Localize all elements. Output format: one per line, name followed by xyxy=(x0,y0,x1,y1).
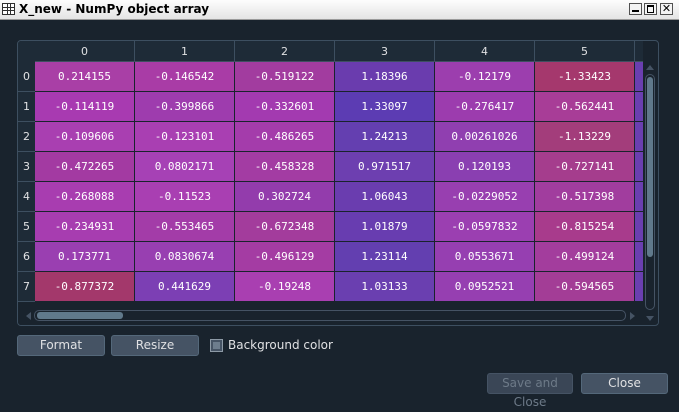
table-cell[interactable]: 0.00261026 xyxy=(435,122,535,152)
table-cell[interactable]: -0.146542 xyxy=(135,62,235,92)
row-header[interactable]: 0 xyxy=(18,62,35,92)
table-cell[interactable]: 0.214155 xyxy=(35,62,135,92)
table-cell[interactable]: 0.971517 xyxy=(335,152,435,182)
background-color-checkbox[interactable] xyxy=(210,339,223,352)
table-cell[interactable]: -0.517398 xyxy=(535,182,635,212)
column-header[interactable]: 2 xyxy=(235,41,335,62)
table-cell[interactable]: 1.23114 xyxy=(335,242,435,272)
scroll-down-icon[interactable] xyxy=(646,316,654,321)
row-header[interactable]: 2 xyxy=(18,122,35,152)
table-cell[interactable]: -0.472265 xyxy=(35,152,135,182)
table-cell[interactable]: 0.0802171 xyxy=(135,152,235,182)
table-grid-icon xyxy=(2,3,15,15)
table-cell[interactable]: -0.877372 xyxy=(35,272,135,302)
vertical-scroll-thumb[interactable] xyxy=(647,77,653,257)
horizontal-scroll-thumb[interactable] xyxy=(37,312,123,319)
table-cell[interactable]: -0.332601 xyxy=(235,92,335,122)
table-cell[interactable]: -0.114119 xyxy=(35,92,135,122)
array-table[interactable]: 0 1 2 3 4 5 0 0.214155 -0.146542 -0.519122 1.18396… xyxy=(17,40,659,326)
table-cell[interactable]: 0.0553671 xyxy=(435,242,535,272)
column-header[interactable]: 4 xyxy=(435,41,535,62)
table-cell-partial xyxy=(635,62,643,91)
table-cell[interactable]: -0.268088 xyxy=(35,182,135,212)
table-cell-partial xyxy=(635,242,643,271)
horizontal-scroll-track[interactable] xyxy=(34,310,626,321)
scroll-up-icon[interactable] xyxy=(646,65,654,70)
scroll-left-icon[interactable] xyxy=(26,312,31,320)
column-header[interactable]: 1 xyxy=(135,41,235,62)
column-header[interactable]: 0 xyxy=(35,41,135,62)
maximize-icon[interactable] xyxy=(644,3,657,15)
row-header[interactable]: 5 xyxy=(18,212,35,242)
table-cell[interactable]: -0.815254 xyxy=(535,212,635,242)
table-cell[interactable]: -0.499124 xyxy=(535,242,635,272)
row-header[interactable]: 1 xyxy=(18,92,35,122)
table-cell[interactable]: 0.0952521 xyxy=(435,272,535,302)
table-cell[interactable]: -0.0597832 xyxy=(435,212,535,242)
table-cell[interactable]: 1.03133 xyxy=(335,272,435,302)
table-cell-partial xyxy=(635,92,643,121)
table-cell[interactable]: -0.0229052 xyxy=(435,182,535,212)
window-title-bar: X_new - NumPy object array ✕ xyxy=(0,0,679,20)
table-cell[interactable]: -0.486265 xyxy=(235,122,335,152)
table-cell[interactable]: -0.562441 xyxy=(535,92,635,122)
vertical-scrollbar[interactable] xyxy=(643,62,658,324)
format-button[interactable]: Format xyxy=(17,335,105,356)
table-cell[interactable]: -0.276417 xyxy=(435,92,535,122)
table-corner xyxy=(18,41,35,62)
close-button[interactable]: Close xyxy=(581,373,668,394)
table-cell[interactable]: 1.33097 xyxy=(335,92,435,122)
table-cell[interactable]: -0.123101 xyxy=(135,122,235,152)
table-cell[interactable]: 0.173771 xyxy=(35,242,135,272)
table-cell[interactable]: -0.458328 xyxy=(235,152,335,182)
table-cell-partial xyxy=(635,122,643,151)
table-cell[interactable]: -0.594565 xyxy=(535,272,635,302)
table-cell-partial xyxy=(635,152,643,181)
table-cell[interactable]: 1.01879 xyxy=(335,212,435,242)
table-cell[interactable]: -0.234931 xyxy=(35,212,135,242)
row-header[interactable]: 4 xyxy=(18,182,35,212)
close-icon[interactable]: ✕ xyxy=(660,3,673,15)
table-cell-partial xyxy=(635,182,643,211)
table-cell[interactable]: -0.12179 xyxy=(435,62,535,92)
save-and-close-button[interactable]: Save and Close xyxy=(487,373,573,409)
table-cell[interactable]: -1.13229 xyxy=(535,122,635,152)
table-cell[interactable]: 0.0830674 xyxy=(135,242,235,272)
column-header[interactable]: 5 xyxy=(535,41,635,62)
scroll-right-icon[interactable] xyxy=(630,312,635,320)
table-cell[interactable]: -0.109606 xyxy=(35,122,135,152)
table-cell[interactable]: -0.553465 xyxy=(135,212,235,242)
row-header[interactable]: 3 xyxy=(18,152,35,182)
table-cell[interactable]: -0.19248 xyxy=(235,272,335,302)
column-header-partial xyxy=(635,41,643,62)
horizontal-scrollbar[interactable] xyxy=(18,307,643,325)
table-cell[interactable]: -0.399866 xyxy=(135,92,235,122)
window-title: X_new - NumPy object array xyxy=(19,2,210,16)
row-header[interactable]: 7 xyxy=(18,272,35,302)
minimize-icon[interactable] xyxy=(629,3,642,15)
table-cell[interactable]: -0.496129 xyxy=(235,242,335,272)
column-header[interactable]: 3 xyxy=(335,41,435,62)
table-cell-partial xyxy=(635,272,643,301)
table-cell[interactable]: 0.441629 xyxy=(135,272,235,302)
background-color-label: Background color xyxy=(228,338,333,352)
table-cell[interactable]: 1.06043 xyxy=(335,182,435,212)
table-cell[interactable]: 0.302724 xyxy=(235,182,335,212)
table-cell[interactable]: 0.120193 xyxy=(435,152,535,182)
table-cell[interactable]: -0.672348 xyxy=(235,212,335,242)
table-cell[interactable]: 1.24213 xyxy=(335,122,435,152)
vertical-scroll-track[interactable] xyxy=(645,74,655,310)
resize-button[interactable]: Resize xyxy=(111,335,199,356)
table-cell[interactable]: -1.33423 xyxy=(535,62,635,92)
table-cell-partial xyxy=(635,212,643,241)
table-cell[interactable]: -0.727141 xyxy=(535,152,635,182)
table-cell[interactable]: -0.11523 xyxy=(135,182,235,212)
row-header[interactable]: 6 xyxy=(18,242,35,272)
table-cell[interactable]: -0.519122 xyxy=(235,62,335,92)
table-cell[interactable]: 1.18396 xyxy=(335,62,435,92)
